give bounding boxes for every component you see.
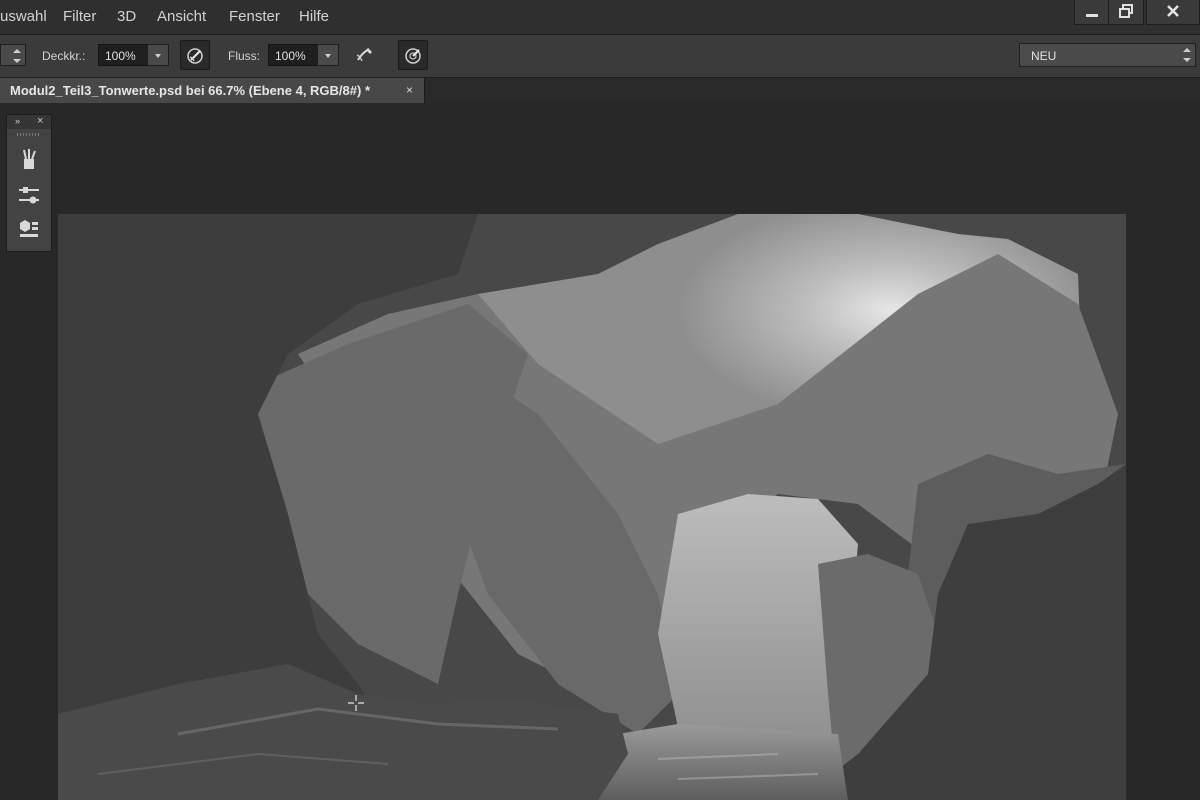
adjustments-icon [19,187,39,204]
options-bar: Deckkr.: 100% Fluss: 100% NEU [0,35,1200,78]
opacity-field[interactable]: 100% [98,44,148,66]
preset-value: NEU [1031,49,1057,63]
opacity-label: Deckkr.: [42,49,86,63]
restore-button[interactable] [1108,0,1144,25]
menu-ansicht[interactable]: Ansicht [157,8,206,25]
pressure-opacity-button[interactable] [180,40,210,70]
cave-painting [58,214,1126,800]
airbrush-button[interactable] [350,40,380,70]
flow-dropdown[interactable] [317,44,339,66]
minimize-icon [1086,14,1098,17]
select-arrows-icon [1183,48,1191,62]
document-tab-close-icon[interactable]: × [406,83,413,97]
brush-presets-icon [23,149,36,169]
adjustments-button[interactable] [17,183,41,207]
pressure-size-button[interactable] [398,40,428,70]
close-icon [1167,5,1179,17]
document-tab[interactable]: Modul2_Teil3_Tonwerte.psd bei 66.7% (Ebe… [0,78,425,103]
3d-button[interactable] [17,217,41,241]
document-tab-bar: Modul2_Teil3_Tonwerte.psd bei 66.7% (Ebe… [0,78,1200,103]
menu-auswahl[interactable]: uswahl [0,8,47,25]
pressure-pen-icon [187,48,203,64]
menu-fenster[interactable]: Fenster [229,8,280,25]
restore-icon [1119,4,1133,18]
document-tab-title: Modul2_Teil3_Tonwerte.psd bei 66.7% (Ebe… [10,83,371,98]
stepper-arrows-icon [13,49,21,63]
window-close-button[interactable] [1146,0,1200,25]
minimize-button[interactable] [1074,0,1110,25]
airbrush-icon [356,48,372,62]
menu-hilfe[interactable]: Hilfe [299,8,329,25]
flow-label: Fluss: [228,49,261,63]
crosshair-cursor-icon [348,695,364,711]
panel-header: » × [7,115,51,129]
panel-expand-icon[interactable]: » [15,116,20,126]
menu-3d[interactable]: 3D [117,8,136,25]
collapsed-panel-dock: » × [6,114,52,252]
opacity-dropdown[interactable] [147,44,169,66]
brush-size-stepper[interactable] [0,44,26,66]
menu-filter[interactable]: Filter [63,8,96,25]
document-canvas[interactable] [58,214,1126,800]
pressure-size-icon [405,48,421,64]
panel-grip[interactable] [17,133,41,136]
menu-bar: uswahl Filter 3D Ansicht Fenster Hilfe [0,0,1200,35]
panel-close-icon[interactable]: × [37,115,43,127]
3d-cube-icon [20,220,38,237]
brush-presets-button[interactable] [17,147,41,171]
workspace-preset-select[interactable]: NEU [1019,43,1196,67]
flow-field[interactable]: 100% [268,44,318,66]
